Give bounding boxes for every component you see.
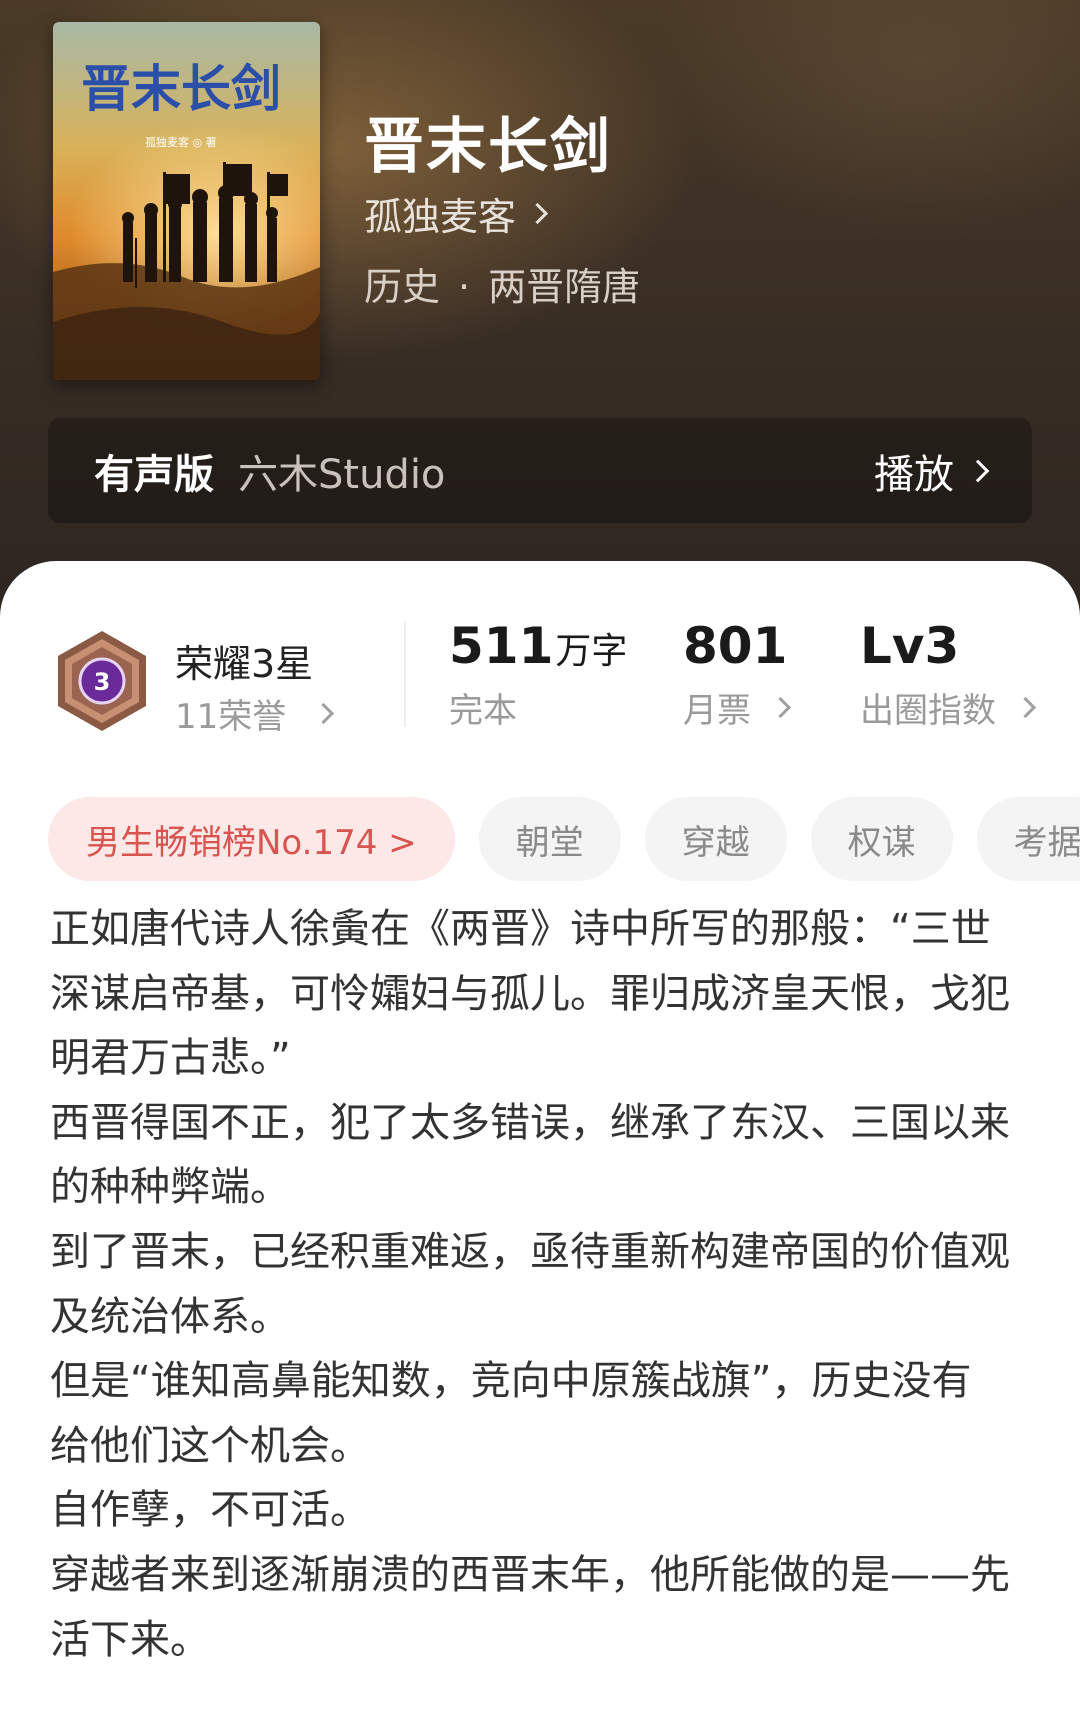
popularity-index-label: 出圈指数 xyxy=(860,691,996,731)
audio-studio-name: 六木Studio xyxy=(238,451,446,498)
tag-chip[interactable]: 朝堂 xyxy=(478,797,621,881)
genre-label: 历史 xyxy=(364,265,441,309)
subgenre-label: 两晋隋唐 xyxy=(488,265,641,309)
chevron-right-icon xyxy=(1014,696,1037,719)
honor-count: 11荣誉 xyxy=(175,697,287,737)
badge-number: 3 xyxy=(94,668,111,696)
cover-art: 晋末长剑 孤独麦客 ◎ 著 xyxy=(53,22,320,380)
word-count-value: 511 xyxy=(449,617,554,675)
tag-chip[interactable]: 权谋 xyxy=(810,797,953,881)
ranking-tag[interactable]: 男生畅销榜No.174 > xyxy=(48,797,455,881)
chevron-right-icon xyxy=(769,696,792,719)
tag-chip[interactable]: 穿越 xyxy=(644,797,787,881)
honor-title: 荣耀3星 xyxy=(175,642,314,686)
synopsis-paragraph: 正如唐代诗人徐夤在《两晋》诗中所写的那般：“三世深谋启帝基，可怜孀妇与孤儿。罪归… xyxy=(50,906,1010,1082)
cover-author-text: 孤独麦客 ◎ 著 xyxy=(145,135,217,149)
synopsis-paragraph: 但是“谁知高鼻能知数，竞向中原簇战旗”，历史没有给他们这个机会。 xyxy=(50,1358,972,1469)
detail-sheet: 3 荣耀3星 11荣誉 511 万字 完本 801 月票 Lv3 出圈指数 男生畅… xyxy=(0,561,1080,1712)
word-count-unit: 万字 xyxy=(555,631,628,672)
book-synopsis[interactable]: 正如唐代诗人徐夤在《两晋》诗中所写的那般：“三世深谋启帝基，可怜孀妇与孤儿。罪归… xyxy=(50,897,1010,1672)
tag-chip[interactable]: 考据 xyxy=(976,797,1080,881)
synopsis-paragraph: 西晋得国不正，犯了太多错误，继承了东汉、三国以来的种种弊端。 xyxy=(50,1099,1010,1211)
play-label: 播放 xyxy=(874,451,954,498)
word-count-stat: 511 万字 完本 xyxy=(449,617,627,732)
popularity-index-value: Lv3 xyxy=(860,617,960,675)
completion-status: 完本 xyxy=(449,691,517,731)
book-header: 晋末长剑 孤独麦客 ◎ 著 晋末长剑 孤独麦客 历史 · 两晋隋唐 有声版 六木St… xyxy=(0,0,1080,600)
tag-row: 男生畅销榜No.174 > 朝堂 穿越 权谋 考据 xyxy=(48,797,1080,881)
stats-row: 3 荣耀3星 11荣誉 511 万字 完本 801 月票 Lv3 出圈指数 xyxy=(0,561,1080,761)
monthly-tickets-label: 月票 xyxy=(683,691,751,731)
genre-line: 历史 · 两晋隋唐 xyxy=(364,256,640,311)
monthly-tickets-value: 801 xyxy=(683,617,788,675)
honor-badge-icon[interactable]: 3 xyxy=(52,629,152,733)
monthly-tickets-stat[interactable]: 801 月票 xyxy=(683,617,792,732)
synopsis-paragraph: 自作孽，不可活。 xyxy=(50,1487,370,1534)
cover-title-text: 晋末长剑 xyxy=(81,59,281,118)
synopsis-paragraph: 穿越者来到逐渐崩溃的西晋末年，他所能做的是——先活下来。 xyxy=(50,1551,1010,1663)
synopsis-paragraph: 到了晋末，已经积重难返，亟待重新构建帝国的价值观及统治体系。 xyxy=(50,1228,1010,1340)
audio-version-bar[interactable]: 有声版 六木Studio 播放 xyxy=(48,418,1032,523)
chevron-right-icon xyxy=(313,702,335,725)
play-button[interactable]: 播放 xyxy=(874,442,990,500)
audio-version-label: 有声版 xyxy=(94,451,214,498)
chevron-right-icon xyxy=(966,459,990,482)
book-title: 晋末长剑 xyxy=(364,112,612,182)
stats-divider xyxy=(404,621,406,727)
book-cover[interactable]: 晋末长剑 孤独麦客 ◎ 著 xyxy=(53,22,320,380)
chevron-right-icon xyxy=(526,202,549,225)
popularity-index-stat[interactable]: Lv3 出圈指数 xyxy=(860,617,1037,732)
honor-count-link[interactable]: 11荣誉 xyxy=(175,689,335,738)
genre-separator: · xyxy=(458,265,471,309)
author-link[interactable]: 孤独麦客 xyxy=(364,186,549,241)
author-name: 孤独麦客 xyxy=(364,195,517,239)
